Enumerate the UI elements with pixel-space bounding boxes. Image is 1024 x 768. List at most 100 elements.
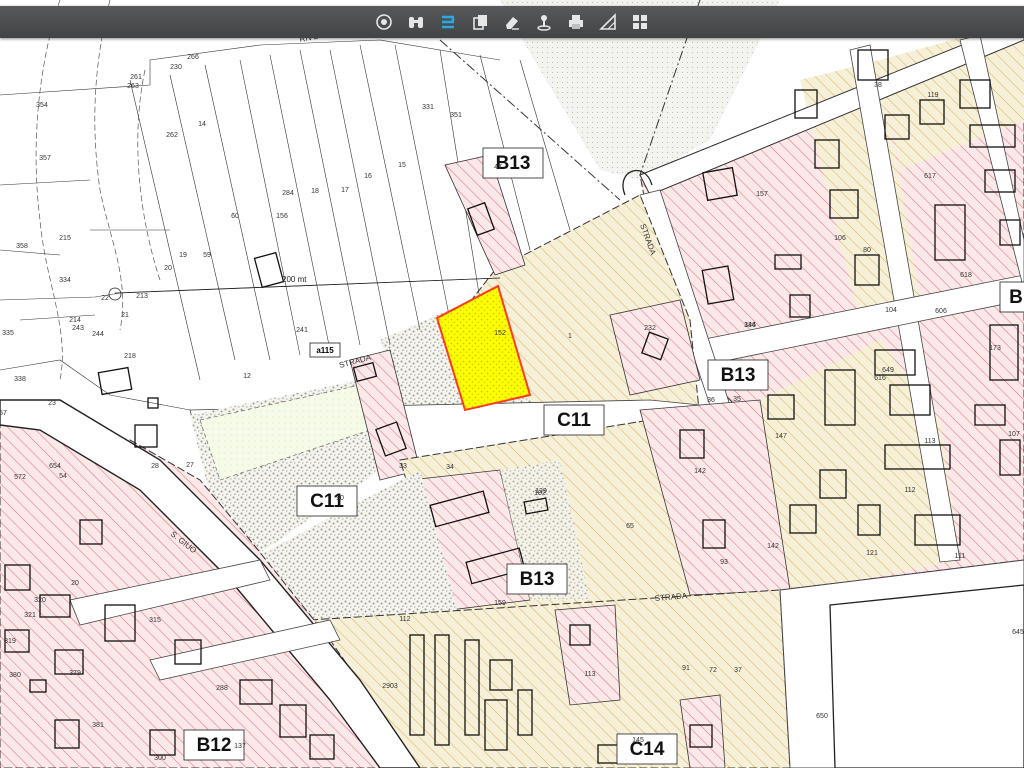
documents-icon xyxy=(473,15,487,30)
parcel-number: 113 xyxy=(584,671,595,678)
parcel-number: 244 xyxy=(92,331,104,338)
parcel-number: 107 xyxy=(1008,431,1020,438)
parcel-number: 334 xyxy=(59,277,71,284)
tool-pin[interactable] xyxy=(528,6,560,38)
parcel-number: 354 xyxy=(36,102,48,109)
cadastral-map[interactable]: B13 B13 B13 C11 C11 B12 C14 B a115 RIVO … xyxy=(0,0,1024,768)
tool-measure[interactable] xyxy=(592,6,624,38)
parcel-number: 65 xyxy=(626,523,634,530)
parcel-number: 645 xyxy=(1012,629,1024,636)
parcel-number: 1 xyxy=(568,333,572,340)
tool-layer-stack[interactable] xyxy=(432,6,464,38)
parcel-number: 263 xyxy=(127,83,139,90)
parcel-number: 121 xyxy=(866,550,878,557)
parcel-number: 315 xyxy=(149,617,161,624)
parcel-number: 80 xyxy=(863,247,871,254)
parcel-number: 321 xyxy=(24,612,36,619)
parcel-number: 379 xyxy=(69,670,81,677)
parcel-number: 147 xyxy=(775,433,787,440)
parcel-number: 113 xyxy=(924,438,935,445)
zone-label-b13-north: B13 xyxy=(482,147,544,179)
parcel-number: 34 xyxy=(446,464,454,471)
parcel-number: 142 xyxy=(767,543,779,550)
parcel-number: 16 xyxy=(364,173,372,180)
svg-text:C11: C11 xyxy=(557,410,591,431)
tool-layers-globe[interactable] xyxy=(368,6,400,38)
grid-icon xyxy=(633,15,647,29)
parcel-number: 90 xyxy=(336,495,344,502)
tool-documents[interactable] xyxy=(464,6,496,38)
tool-grid[interactable] xyxy=(624,6,656,38)
parcel-number: 72 xyxy=(709,667,717,674)
svg-text:B13: B13 xyxy=(520,569,555,590)
parcel-number: 156 xyxy=(276,213,288,220)
parcel-number: 23 xyxy=(48,400,56,407)
tool-binoculars[interactable] xyxy=(400,6,432,38)
parcel-number: 28 xyxy=(151,463,159,470)
parcel-number: 112 xyxy=(904,487,915,494)
parcel-number: 145 xyxy=(632,737,644,744)
parcel-number: 381 xyxy=(92,722,104,729)
parcel-number: 106 xyxy=(834,235,846,242)
tool-eraser[interactable] xyxy=(496,6,528,38)
zone-label-c11-central: C11 xyxy=(543,404,605,436)
parcel-number: 35 xyxy=(733,396,741,403)
parcel-number: 380 xyxy=(9,672,21,679)
parcel-number: 261 xyxy=(130,74,142,81)
parcel-number: 152 xyxy=(494,330,506,337)
parcel-number: 616 xyxy=(874,375,886,382)
zone-label-b-edge: B xyxy=(999,281,1024,313)
zone-label-b13-south: B13 xyxy=(506,563,568,595)
parcel-number: 2903 xyxy=(382,683,398,690)
parcel-number: 241 xyxy=(296,327,308,334)
parcel-number: 319 xyxy=(4,638,16,645)
parcel-number: 232 xyxy=(644,325,656,332)
parcel-number: 173 xyxy=(989,345,1001,352)
parcel-number: 54 xyxy=(59,473,67,480)
parcel-number: 572 xyxy=(14,474,26,481)
binoculars-icon xyxy=(409,17,423,28)
parcel-number: 159 xyxy=(494,600,506,607)
tool-print[interactable] xyxy=(560,6,592,38)
layers-globe-icon xyxy=(376,14,392,30)
parcel-number: 606 xyxy=(935,308,947,315)
parcel-number: 112 xyxy=(399,616,410,623)
parcel-badge: a115 xyxy=(309,342,341,358)
parcel-number: 335 xyxy=(2,330,14,337)
parcel-number: 20 xyxy=(164,265,172,272)
print-icon xyxy=(569,15,583,29)
pin-icon xyxy=(537,15,551,31)
parcel-number: 15 xyxy=(398,162,406,169)
eraser-icon xyxy=(506,17,519,30)
parcel-number: 218 xyxy=(124,353,136,360)
parcel-number: 119 xyxy=(927,92,938,99)
parcel-number: 338 xyxy=(14,376,26,383)
parcel-number: 111 xyxy=(955,553,966,560)
parcel-number: 37 xyxy=(734,667,742,674)
map-toolbar xyxy=(0,6,1024,38)
parcel-number: 358 xyxy=(16,243,28,250)
parcel-number: 60 xyxy=(231,213,239,220)
parcel-number: 649 xyxy=(882,367,894,374)
parcel-number: 33 xyxy=(399,463,407,470)
zone-label-c14: C14 xyxy=(616,733,678,765)
measure-ruler-icon xyxy=(599,13,616,30)
parcel-number: 213 xyxy=(136,293,148,300)
parcel-number: 331 xyxy=(422,104,434,111)
parcel-number: 266 xyxy=(187,54,199,61)
parcel-number: 93 xyxy=(720,559,728,566)
parcel-number: 36 xyxy=(707,397,715,404)
parcel-number: 21 xyxy=(121,312,129,319)
parcel-number: 91 xyxy=(682,665,690,672)
layer-stack-icon xyxy=(442,15,455,29)
parcel-number: 22 xyxy=(101,295,109,302)
parcel-number: 157 xyxy=(756,191,768,198)
parcel-number: 215 xyxy=(59,235,71,242)
parcel-number: 351 xyxy=(450,112,462,119)
parcel-number: 137 xyxy=(234,743,246,750)
parcel-number: 17 xyxy=(341,187,349,194)
parcel-number: 618 xyxy=(960,272,972,279)
parcel-number: 18 xyxy=(311,188,319,195)
parcel-number: 320 xyxy=(34,597,46,604)
svg-text:a115: a115 xyxy=(316,346,334,355)
